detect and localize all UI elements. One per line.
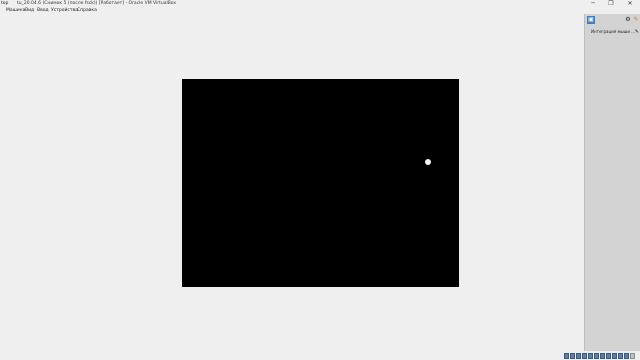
optical-icon[interactable] <box>570 353 575 359</box>
keyboard-icon[interactable] <box>618 353 623 359</box>
panel-toggle-icon[interactable]: ▣ <box>587 16 595 24</box>
restore-button[interactable]: ❐ <box>602 0 620 9</box>
host-key-icon[interactable] <box>630 353 635 359</box>
menu-view[interactable]: Вид <box>25 7 34 15</box>
menu-devices[interactable]: Устройства <box>51 7 78 15</box>
shared-folders-icon[interactable] <box>594 353 599 359</box>
menu-bar: Машина Вид Ввод Устройства Справка <box>0 7 584 15</box>
pencil-icon[interactable]: ✎ <box>635 28 639 36</box>
title-left-text: top <box>1 1 9 6</box>
window-controls: ─ ❐ ✕ <box>584 0 640 12</box>
mouse-cursor <box>425 159 431 165</box>
menu-help[interactable]: Справка <box>77 7 97 15</box>
title-bar: top tu_20.04.6 (Снимок 5 (после fsck)) [… <box>0 0 584 7</box>
window-title: tu_20.04.6 (Снимок 5 (после fsck)) [Рабо… <box>17 1 177 6</box>
cpu-icon[interactable] <box>612 353 617 359</box>
menu-machine[interactable]: Машина <box>6 7 25 15</box>
vm-screen[interactable] <box>182 79 459 287</box>
mouse-integration-label: Интеграция мыши ... <box>591 29 636 34</box>
display-icon[interactable] <box>600 353 605 359</box>
mouse-integration-row[interactable]: Интеграция мыши ... ✎ <box>586 28 640 36</box>
edit-icon[interactable]: ✎ <box>632 16 640 24</box>
close-button[interactable]: ✕ <box>621 0 639 9</box>
settings-icon[interactable]: ⚙ <box>624 16 632 24</box>
audio-icon[interactable] <box>576 353 581 359</box>
usb-icon[interactable] <box>588 353 593 359</box>
minimize-button[interactable]: ─ <box>584 0 602 9</box>
hdd-icon[interactable] <box>564 353 569 359</box>
recording-icon[interactable] <box>606 353 611 359</box>
side-panel: ▣ ⚙ ✎ Интеграция мыши ... ✎ <box>584 14 640 351</box>
mouse-icon[interactable] <box>624 353 629 359</box>
menu-input[interactable]: Ввод <box>37 7 49 15</box>
status-bar <box>562 352 640 360</box>
network-icon[interactable] <box>582 353 587 359</box>
